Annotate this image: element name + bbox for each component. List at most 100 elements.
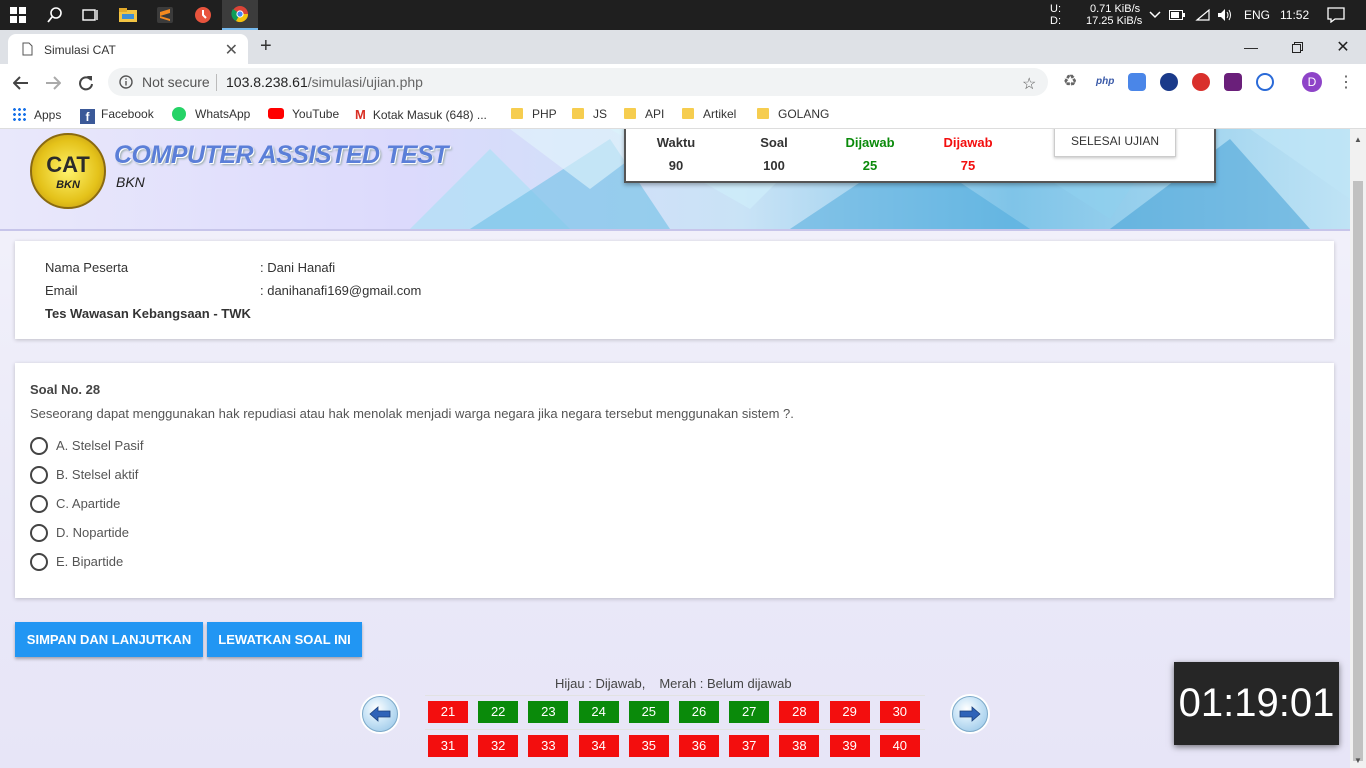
php-extension-icon[interactable]: php xyxy=(1096,73,1114,91)
c-extension-icon[interactable] xyxy=(1256,73,1274,91)
bookmark-folder-php[interactable]: PHP xyxy=(511,107,557,121)
language-indicator[interactable]: ENG xyxy=(1244,9,1270,21)
block-extension-icon[interactable] xyxy=(1192,73,1210,91)
save-next-button[interactable]: SIMPAN DAN LANJUTKAN xyxy=(15,622,203,657)
windows-taskbar: U: D: 0.71 KiB/s 17.25 KiB/s ENG 11:52 xyxy=(0,0,1366,30)
chrome-taskbar-icon[interactable] xyxy=(222,0,258,30)
question-nav-button[interactable]: 21 xyxy=(428,701,468,723)
name-value: : Dani Hanafi xyxy=(260,260,336,275)
browser-tab[interactable]: Simulasi CAT ✕ xyxy=(8,34,248,64)
bookmark-folder-golang[interactable]: GOLANG xyxy=(757,107,829,121)
scrollbar-thumb[interactable] xyxy=(1353,181,1363,761)
bookmark-star-icon[interactable]: ☆ xyxy=(1022,74,1036,94)
scroll-down-icon[interactable]: ▼ xyxy=(1354,756,1362,765)
arrow-right-icon xyxy=(952,696,988,732)
radio-button[interactable] xyxy=(30,466,48,484)
sublime-text-icon[interactable] xyxy=(147,0,183,30)
bookmark-youtube[interactable]: YouTube xyxy=(268,107,339,121)
question-nav-button[interactable]: 26 xyxy=(679,701,719,723)
radio-button[interactable] xyxy=(30,495,48,513)
question-nav-button[interactable]: 23 xyxy=(528,701,569,723)
back-icon[interactable] xyxy=(8,70,34,96)
next-page-button[interactable] xyxy=(950,694,990,734)
file-explorer-icon[interactable] xyxy=(110,0,146,30)
network-down-label: D: xyxy=(1050,15,1061,27)
brand-subtitle: BKN xyxy=(116,174,145,190)
bookmark-whatsapp[interactable]: WhatsApp xyxy=(172,107,250,121)
windows-start-icon[interactable] xyxy=(0,0,36,30)
radio-button[interactable] xyxy=(30,437,48,455)
translate-extension-icon[interactable] xyxy=(1128,73,1146,91)
question-nav-button[interactable]: 25 xyxy=(628,701,669,723)
app-tracker-icon[interactable] xyxy=(185,0,221,30)
question-nav-button[interactable]: 31 xyxy=(428,735,468,757)
cat-logo: CAT BKN xyxy=(30,133,106,209)
question-nav-button[interactable]: 35 xyxy=(628,735,669,757)
question-nav-button[interactable]: 39 xyxy=(829,735,870,757)
bookmark-folder-artikel[interactable]: Artikel xyxy=(682,107,736,121)
tab-close-icon[interactable]: ✕ xyxy=(225,40,238,60)
info-icon[interactable] xyxy=(119,75,133,92)
bookmark-folder-js[interactable]: JS xyxy=(572,107,607,121)
question-nav-button[interactable]: 37 xyxy=(729,735,770,757)
bookmark-label: JS xyxy=(593,107,608,121)
stat-value: 75 xyxy=(960,158,976,173)
skip-question-button[interactable]: LEWATKAN SOAL INI xyxy=(207,622,362,657)
arrow-left-icon xyxy=(362,696,398,732)
radio-button[interactable] xyxy=(30,524,48,542)
address-bar[interactable]: Not secure 103.8.238.61/simulasi/ujian.p… xyxy=(108,68,1048,96)
volume-icon[interactable] xyxy=(1212,0,1238,30)
question-text: Seseorang dapat menggunakan hak repudias… xyxy=(30,406,794,421)
question-nav-button[interactable]: 24 xyxy=(578,701,619,723)
bookmark-label: GOLANG xyxy=(778,107,830,121)
question-nav-button[interactable]: 29 xyxy=(829,701,870,723)
bookmark-gmail[interactable]: M Kotak Masuk (648) ... xyxy=(355,107,487,122)
question-nav-button[interactable]: 34 xyxy=(578,735,619,757)
notification-icon[interactable] xyxy=(1318,0,1354,30)
stat-label: Dijawab xyxy=(943,135,993,150)
folder-icon xyxy=(572,108,584,119)
stat-label: Soal xyxy=(760,135,788,150)
radio-button[interactable] xyxy=(30,553,48,571)
minimize-icon[interactable]: — xyxy=(1228,34,1274,60)
question-nav-button[interactable]: 33 xyxy=(528,735,569,757)
x-extension-icon[interactable] xyxy=(1224,73,1242,91)
page-scrollbar[interactable]: ▲ ▼ xyxy=(1350,129,1366,768)
menu-kebab-icon[interactable]: ⋮ xyxy=(1338,72,1354,92)
question-card: Soal No. 28 Seseorang dapat menggunakan … xyxy=(15,363,1334,598)
question-nav-button[interactable]: 27 xyxy=(729,701,770,723)
name-label: Nama Peserta xyxy=(45,260,129,275)
new-tab-icon[interactable]: + xyxy=(260,35,272,58)
restore-icon[interactable] xyxy=(1274,34,1320,60)
question-nav-button[interactable]: 28 xyxy=(779,701,820,723)
whatsapp-icon xyxy=(172,107,186,121)
question-nav-button[interactable]: 30 xyxy=(879,701,920,723)
apps-grid-icon xyxy=(12,107,26,121)
exam-stats-panel: Waktu 90 Soal 100 Dijawab 25 Dijawab 75 … xyxy=(624,129,1216,183)
question-nav-button[interactable]: 22 xyxy=(478,701,519,723)
finish-exam-button[interactable]: SELESAI UJIAN xyxy=(1054,129,1176,157)
reload-icon[interactable] xyxy=(73,70,99,96)
bird-extension-icon[interactable] xyxy=(1160,73,1178,91)
prev-page-button[interactable] xyxy=(360,694,400,734)
task-view-icon[interactable] xyxy=(72,0,108,30)
window-close-icon[interactable]: ✕ xyxy=(1320,34,1366,60)
bookmark-apps[interactable]: Apps xyxy=(12,107,61,122)
battery-icon[interactable] xyxy=(1164,0,1190,30)
question-nav-button[interactable]: 32 xyxy=(478,735,519,757)
scroll-up-icon[interactable]: ▲ xyxy=(1354,135,1362,144)
url-text[interactable]: 103.8.238.61/simulasi/ujian.php xyxy=(226,74,423,90)
forward-icon[interactable] xyxy=(40,70,66,96)
search-icon[interactable] xyxy=(37,0,73,30)
folder-icon xyxy=(757,108,769,119)
clock[interactable]: 11:52 xyxy=(1280,9,1309,21)
bookmark-facebook[interactable]: f Facebook xyxy=(80,107,154,124)
bookmark-folder-api[interactable]: API xyxy=(624,107,664,121)
recycle-extension-icon[interactable]: ♻ xyxy=(1063,73,1081,91)
browser-tab-strip: Simulasi CAT ✕ + — ✕ xyxy=(0,30,1366,64)
question-nav-button[interactable]: 38 xyxy=(779,735,820,757)
question-nav-button[interactable]: 36 xyxy=(679,735,719,757)
profile-avatar[interactable]: D xyxy=(1302,72,1322,92)
stat-label: Waktu xyxy=(656,135,696,150)
question-nav-button[interactable]: 40 xyxy=(879,735,920,757)
